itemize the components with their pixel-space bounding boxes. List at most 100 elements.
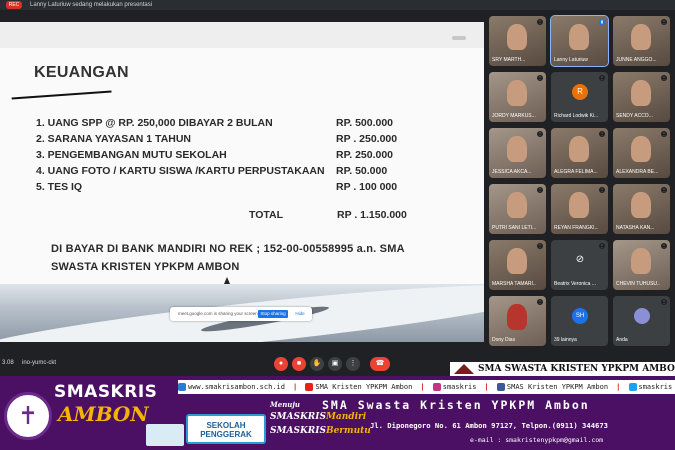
slide-header-strip [0,22,484,48]
mouse-cursor-icon [224,277,230,284]
participant-name: REYAN FRANGKI... [554,225,598,231]
participant-tile[interactable]: ⋮ ALEXANDRA BE... [613,128,670,178]
slide-pill-icon [452,36,466,40]
more-participants-tile[interactable]: SH 39 lainnya [551,296,608,346]
participant-tile[interactable]: ⋮ JORDY MARKUS... [489,72,546,122]
social-website[interactable]: www.smakrisambon.sch.id [178,383,289,391]
participant-name: JESSICA AKCA... [492,169,532,175]
mic-off-icon: ⋮ [661,75,667,81]
fee-amount: RP . 100 000 [336,181,398,193]
participant-name: Beatrix Veronica ... [554,281,596,287]
mic-off-icon: ⋮ [599,187,605,193]
social-facebook[interactable]: SMAS Kristen YPKPM Ambon [496,383,612,391]
participant-name: PUTRI SANI LETI... [492,225,536,231]
participant-name: 39 lainnya [554,337,577,343]
social-instagram[interactable]: smaskris [432,383,481,391]
participant-tile[interactable]: ⋮ PUTRI SANI LETI... [489,184,546,234]
speaking-icon: ▮ [599,19,605,25]
menuju-label: Menuju [270,400,301,409]
participant-tile[interactable]: ⋮ CHEVIN TUHUSU... [613,240,670,290]
mic-off-icon: ⋮ [537,187,543,193]
participant-name: ALEGRA FELIMA... [554,169,598,175]
mic-off-icon: ⋮ [599,131,605,137]
participant-grid: ⋮ SRY MARTH... ▮ Lanny Laturiuw ⋮ JUNNE ANG… [486,12,675,352]
meeting-code: ino-yumc-ckt [22,360,57,366]
mic-off-icon: ⋮ [537,299,543,305]
participant-name: ALEXANDRA BE... [616,169,659,175]
social-twitter[interactable]: smaskris [628,383,675,391]
bank-info-line: SWASTA KRISTEN YPKPM AMBON [51,261,240,273]
fee-amount: RP. 50.000 [336,165,388,177]
school-building-icon [454,364,474,374]
fee-label: 1. UANG SPP @ RP. 250,000 DIBAYAR 2 BULA… [36,117,273,129]
participant-tile[interactable]: ⋮ JUNNE ANGGO... [613,16,670,66]
participant-video [569,192,589,218]
brand-name: SMASKRIS [54,382,158,402]
mic-off-icon: ⋮ [537,75,543,81]
screen-share-bar: meet.google.com is sharing your screen. … [170,307,312,321]
self-avatar [634,308,650,324]
school-email: e-mail : smakristenypkpm@gmail.com [470,436,604,444]
fee-label: 3. PENGEMBANGAN MUTU SEKOLAH [36,149,227,161]
fee-label: 2. SARANA YAYASAN 1 TAHUN [36,133,192,145]
mic-toggle-button[interactable]: ● [274,357,288,371]
mic-off-icon: ⋮ [661,131,667,137]
social-youtube[interactable]: SMA Kristen YPKPM Ambon [305,383,416,391]
participant-name: CHEVIN TUHUSU... [616,281,660,287]
brand-city: AMBON [58,402,149,426]
participant-avatar: SH [572,308,588,324]
participant-name: JUNNE ANGGO... [616,57,657,63]
globe-icon [178,383,186,391]
participant-name: JORDY MARKUS... [492,113,536,119]
mic-off-icon: ⋮ [537,19,543,25]
sekolah-penggerak-badge: SEKOLAH PENGGERAK [186,414,266,444]
participant-video [507,304,527,330]
school-title-text: SMA SWASTA KRISTEN YPKPM AMBON [478,364,675,374]
recording-badge: REC [6,1,22,9]
participant-video [507,248,527,274]
participant-video [507,80,527,106]
raise-hand-button[interactable]: ✋ [310,357,324,371]
participant-tile[interactable]: ⋮ REYAN FRANGKI... [551,184,608,234]
present-button[interactable]: ▣ [328,357,342,371]
mic-off-icon: ⋮ [599,75,605,81]
strike-line [11,90,113,112]
end-call-button[interactable]: ☎ [370,357,390,371]
slide-title: KEUANGAN [34,64,129,81]
camera-toggle-button[interactable]: ■ [292,357,306,371]
stop-sharing-button[interactable]: Stop sharing [258,310,288,318]
mic-off-icon: ⋮ [537,243,543,249]
hide-button[interactable]: Hide [292,310,308,318]
badge-line: PENGGERAK [200,430,252,439]
more-options-button[interactable]: ⋮ [346,357,360,371]
participant-tile[interactable]: ⋮ Dony Dias [489,296,546,346]
facebook-icon [496,383,505,391]
self-tile[interactable]: ⋮ Anda [613,296,670,346]
mic-off-icon: ⋮ [599,243,605,249]
participant-tile[interactable]: ⋮ SENDY ACCO... [613,72,670,122]
participant-name: Richard Lodwik Ki... [554,113,598,119]
participant-tile[interactable]: ⋮ MARSHA TAMARI... [489,240,546,290]
participant-video [507,136,527,162]
fee-amount: RP. 500.000 [336,117,394,129]
participant-video [569,24,589,50]
presenting-bar: REC Lanny Laturiuw sedang melakukan pres… [0,0,675,10]
participant-tile[interactable]: ⋮ SRY MARTH... [489,16,546,66]
participant-tile[interactable]: ⋮ JESSICA AKCA... [489,128,546,178]
total-label: TOTAL [249,209,284,221]
participant-tile[interactable]: R ⋮ Richard Lodwik Ki... [551,72,608,122]
school-name: SMA Swasta Kristen YPKPM Ambon [322,398,590,412]
participant-tile[interactable]: ⋮ NATASHA KAN... [613,184,670,234]
participant-video [507,192,527,218]
participant-tile[interactable]: ⋮ ALEGRA FELIMA... [551,128,608,178]
mic-off-icon: ⋮ [537,131,543,137]
participant-video [631,80,651,106]
participant-name: NATASHA KAN... [616,225,655,231]
participant-video [631,192,651,218]
participant-video [507,24,527,50]
participant-tile[interactable]: ▮ Lanny Laturiuw [550,15,609,67]
participant-tile[interactable]: ⊘ ⋮ Beatrix Veronica ... [551,240,608,290]
mic-off-icon: ⋮ [661,187,667,193]
participant-video [631,24,651,50]
youtube-icon [305,383,314,391]
